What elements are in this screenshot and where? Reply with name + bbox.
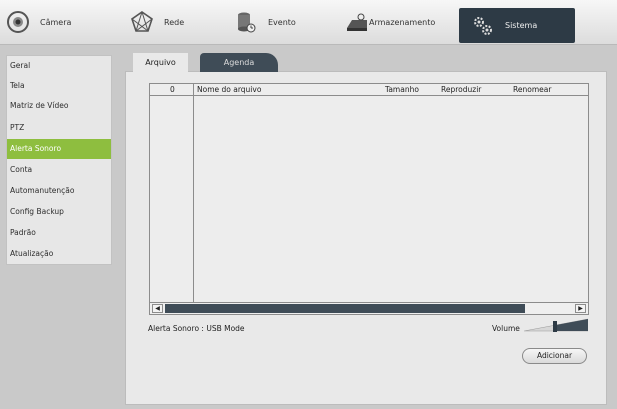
- sidebar-item-ptz[interactable]: PTZ: [7, 118, 111, 138]
- column-header-play: Reproduzir: [441, 85, 482, 94]
- add-button[interactable]: Adicionar: [522, 348, 587, 364]
- tab-arquivo[interactable]: Arquivo: [133, 53, 188, 72]
- nav-camera[interactable]: Câmera: [6, 6, 71, 38]
- sidebar-item-geral[interactable]: Geral: [7, 56, 111, 76]
- sidebar-item-alerta-sonoro[interactable]: Alerta Sonoro: [7, 139, 111, 159]
- column-header-rename: Renomear: [513, 85, 552, 94]
- usb-mode-label: Alerta Sonoro : USB Mode: [148, 324, 245, 333]
- nav-rede-label: Rede: [164, 17, 185, 27]
- event-icon: [234, 10, 258, 34]
- file-list-table: 0 Nome do arquivo Tamanho Reproduzir Ren…: [149, 83, 589, 315]
- horizontal-scrollbar[interactable]: ◀ ▶: [150, 302, 588, 314]
- storage-icon: [345, 10, 369, 34]
- nav-evento[interactable]: Evento: [234, 6, 296, 38]
- network-icon: [130, 10, 154, 34]
- nav-armazenamento[interactable]: Armazenamento: [345, 6, 435, 38]
- tab-agenda[interactable]: Agenda: [200, 53, 278, 72]
- sidebar-item-automanutencao[interactable]: Automanutenção: [7, 181, 111, 201]
- nav-rede[interactable]: Rede: [130, 6, 184, 38]
- table-header: 0 Nome do arquivo Tamanho Reproduzir Ren…: [150, 84, 588, 96]
- nav-armazenamento-label: Armazenamento: [369, 17, 436, 27]
- volume-slider[interactable]: [523, 318, 589, 332]
- nav-evento-label: Evento: [268, 17, 296, 27]
- top-navigation-bar: Câmera Rede Evento Armazenamento Sistema: [0, 0, 617, 45]
- sidebar-item-padrao[interactable]: Padrão: [7, 223, 111, 243]
- column-header-index: 0: [170, 85, 175, 94]
- sidebar-item-config-backup[interactable]: Config Backup: [7, 202, 111, 222]
- column-header-size: Tamanho: [385, 85, 419, 94]
- scroll-right-icon[interactable]: ▶: [575, 304, 586, 313]
- sidebar-item-conta[interactable]: Conta: [7, 160, 111, 180]
- nav-sistema-label: Sistema: [505, 21, 538, 30]
- nav-sistema[interactable]: Sistema: [459, 8, 575, 43]
- gear-icon: [471, 14, 495, 38]
- column-header-file-name: Nome do arquivo: [197, 85, 262, 94]
- scroll-left-icon[interactable]: ◀: [152, 304, 163, 313]
- column-divider: [193, 84, 194, 302]
- sidebar-item-tela[interactable]: Tela: [7, 76, 111, 96]
- sidebar-item-matriz-de-video[interactable]: Matriz de Vídeo: [7, 96, 111, 116]
- nav-camera-label: Câmera: [40, 17, 72, 27]
- sidebar: Geral Tela Matriz de Vídeo PTZ Alerta So…: [6, 55, 112, 265]
- scrollbar-thumb[interactable]: [165, 304, 525, 313]
- volume-label: Volume: [492, 324, 520, 333]
- sidebar-item-atualizacao[interactable]: Atualização: [7, 244, 111, 264]
- camera-icon: [6, 10, 30, 34]
